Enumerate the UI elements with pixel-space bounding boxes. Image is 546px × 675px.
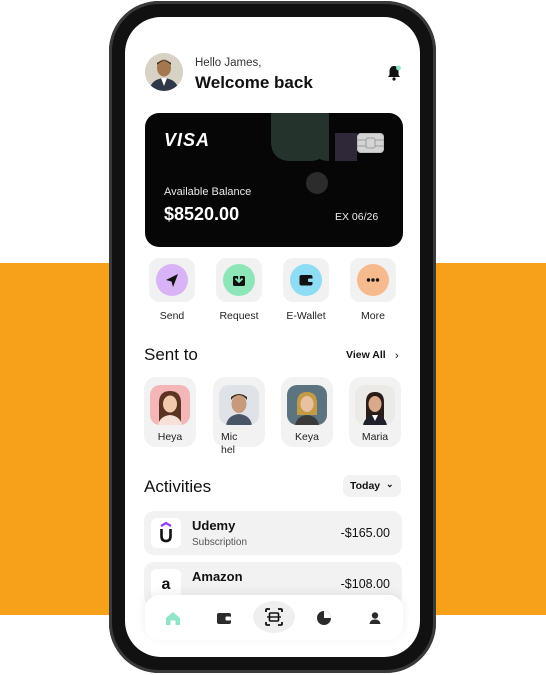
send-label: Send bbox=[159, 310, 185, 322]
more-label: More bbox=[361, 310, 385, 322]
card-brand-logo: VISA bbox=[164, 130, 211, 150]
contact-name: Heya bbox=[157, 431, 183, 443]
bell-icon[interactable] bbox=[387, 65, 401, 81]
more-icon bbox=[357, 264, 389, 296]
view-all-link[interactable]: View All bbox=[346, 349, 386, 361]
request-tile[interactable] bbox=[216, 258, 262, 302]
activity-row[interactable]: Udemy Subscription -$165.00 bbox=[144, 511, 402, 555]
activity-amount: -$165.00 bbox=[340, 526, 390, 540]
profile-icon[interactable] bbox=[361, 604, 389, 632]
more-button[interactable]: More bbox=[345, 258, 401, 322]
chart-icon[interactable] bbox=[310, 604, 338, 632]
phone-frame: Hello James, Welcome back VISA Available… bbox=[109, 1, 436, 673]
balance-card[interactable]: VISA Available Balance $8520.00 EX 06/26 bbox=[145, 113, 403, 247]
scan-icon[interactable] bbox=[253, 601, 295, 633]
contact-photo bbox=[287, 385, 327, 425]
app-screen: Hello James, Welcome back VISA Available… bbox=[125, 17, 420, 657]
page-title: Welcome back bbox=[195, 73, 313, 92]
request-button[interactable]: Request bbox=[211, 258, 267, 322]
chevron-down-icon: ⌄ bbox=[386, 479, 394, 489]
chip-icon bbox=[357, 133, 384, 153]
e-wallet-tile[interactable] bbox=[283, 258, 329, 302]
avatar[interactable] bbox=[145, 53, 183, 91]
chevron-right-icon[interactable]: › bbox=[395, 350, 399, 362]
home-icon[interactable] bbox=[159, 604, 187, 632]
sent-to-title: Sent to bbox=[144, 345, 198, 364]
e-wallet-label: E-Wallet bbox=[286, 310, 326, 322]
activity-name: Udemy bbox=[192, 518, 236, 533]
contact-card-maria[interactable]: Maria bbox=[349, 377, 401, 447]
contact-name: Maria bbox=[361, 431, 389, 443]
svg-text:a: a bbox=[162, 576, 171, 593]
send-button[interactable]: Send bbox=[144, 258, 200, 322]
activity-subtitle: Subscription bbox=[192, 537, 248, 548]
quick-actions: Send Request E-Wallet More bbox=[145, 258, 403, 328]
greeting-text: Hello James, bbox=[195, 57, 262, 69]
date-filter-label: Today bbox=[350, 480, 381, 492]
request-label: Request bbox=[219, 310, 259, 322]
contact-photo bbox=[150, 385, 190, 425]
balance-label: Available Balance bbox=[164, 186, 252, 198]
contact-name: Keya bbox=[295, 431, 319, 443]
contact-card-michel[interactable]: Mic hel bbox=[213, 377, 265, 456]
contact-name: Mic hel bbox=[221, 431, 238, 456]
send-tile[interactable] bbox=[149, 258, 195, 302]
contact-photo bbox=[355, 385, 395, 425]
contact-card-keya[interactable]: Keya bbox=[281, 377, 333, 447]
bottom-tab-bar bbox=[145, 595, 403, 640]
contact-card-heya[interactable]: Heya bbox=[144, 377, 196, 447]
date-filter-dropdown[interactable]: Today ⌄ bbox=[343, 475, 401, 497]
wallet-icon bbox=[290, 264, 322, 296]
activity-name: Amazon bbox=[192, 569, 243, 584]
wallet-icon[interactable] bbox=[210, 604, 238, 632]
contact-photo bbox=[219, 385, 259, 425]
download-icon bbox=[223, 264, 255, 296]
more-tile[interactable] bbox=[350, 258, 396, 302]
contacts-list: Heya Mic hel Keya Maria bbox=[144, 377, 404, 469]
activities-title: Activities bbox=[144, 477, 212, 496]
udemy-logo-icon bbox=[151, 518, 181, 548]
card-expiry: EX 06/26 bbox=[335, 211, 379, 223]
e-wallet-button[interactable]: E-Wallet bbox=[278, 258, 334, 322]
send-icon bbox=[156, 264, 188, 296]
activity-amount: -$108.00 bbox=[340, 577, 390, 591]
balance-amount: $8520.00 bbox=[164, 204, 240, 224]
